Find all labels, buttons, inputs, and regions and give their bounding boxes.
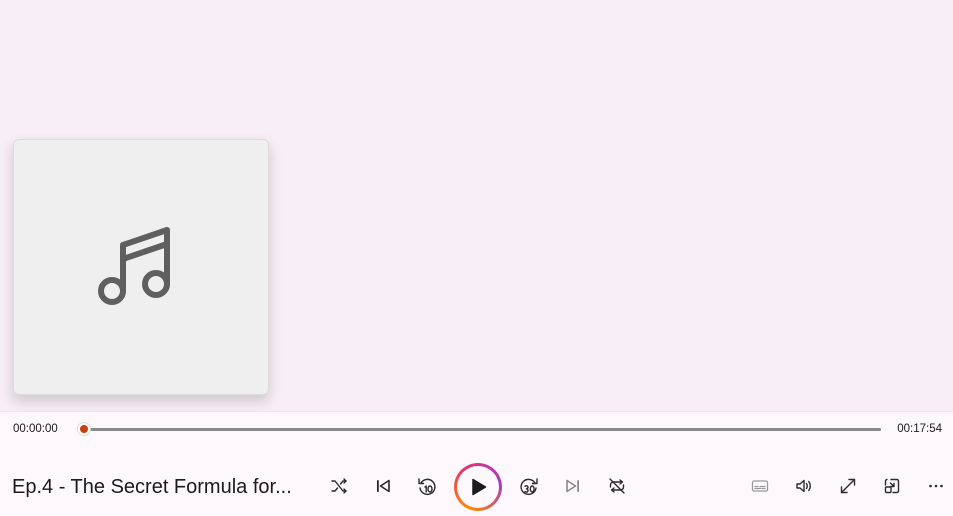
captions-button[interactable] [740, 468, 780, 504]
media-title: Ep.4 - The Secret Formula for... [12, 476, 292, 498]
rewind-10-icon [418, 478, 436, 496]
music-note-icon [98, 227, 170, 305]
play-icon [472, 478, 487, 496]
next-button[interactable] [553, 468, 593, 504]
current-time: 00:00:00 [13, 423, 58, 435]
shuffle-icon [331, 478, 347, 494]
album-art [13, 139, 269, 395]
more-options-button[interactable] [916, 468, 953, 504]
volume-icon [796, 479, 811, 493]
shuffle-button[interactable] [319, 468, 359, 504]
seek-bar[interactable] [84, 428, 881, 431]
play-button-inner [457, 466, 499, 508]
play-button[interactable] [454, 463, 502, 511]
repeat-off-icon [609, 478, 625, 494]
fullscreen-button[interactable] [828, 468, 868, 504]
previous-button[interactable] [363, 468, 403, 504]
next-track-icon [566, 479, 579, 493]
volume-button[interactable] [784, 468, 824, 504]
forward-30-icon [520, 478, 538, 496]
seek-thumb[interactable] [78, 423, 90, 435]
rewind-button[interactable] [407, 468, 447, 504]
previous-track-icon [377, 479, 390, 493]
duration: 00:17:54 [897, 423, 942, 435]
player-bar: 00:00:00 00:17:54 Ep.4 - The Secret Form… [0, 411, 953, 516]
captions-icon [751, 480, 769, 492]
fullscreen-icon [840, 478, 856, 494]
mini-player-button[interactable] [872, 468, 912, 504]
mini-player-icon [884, 478, 900, 494]
repeat-button[interactable] [597, 468, 637, 504]
forward-button[interactable] [509, 468, 549, 504]
more-options-icon [929, 484, 943, 488]
